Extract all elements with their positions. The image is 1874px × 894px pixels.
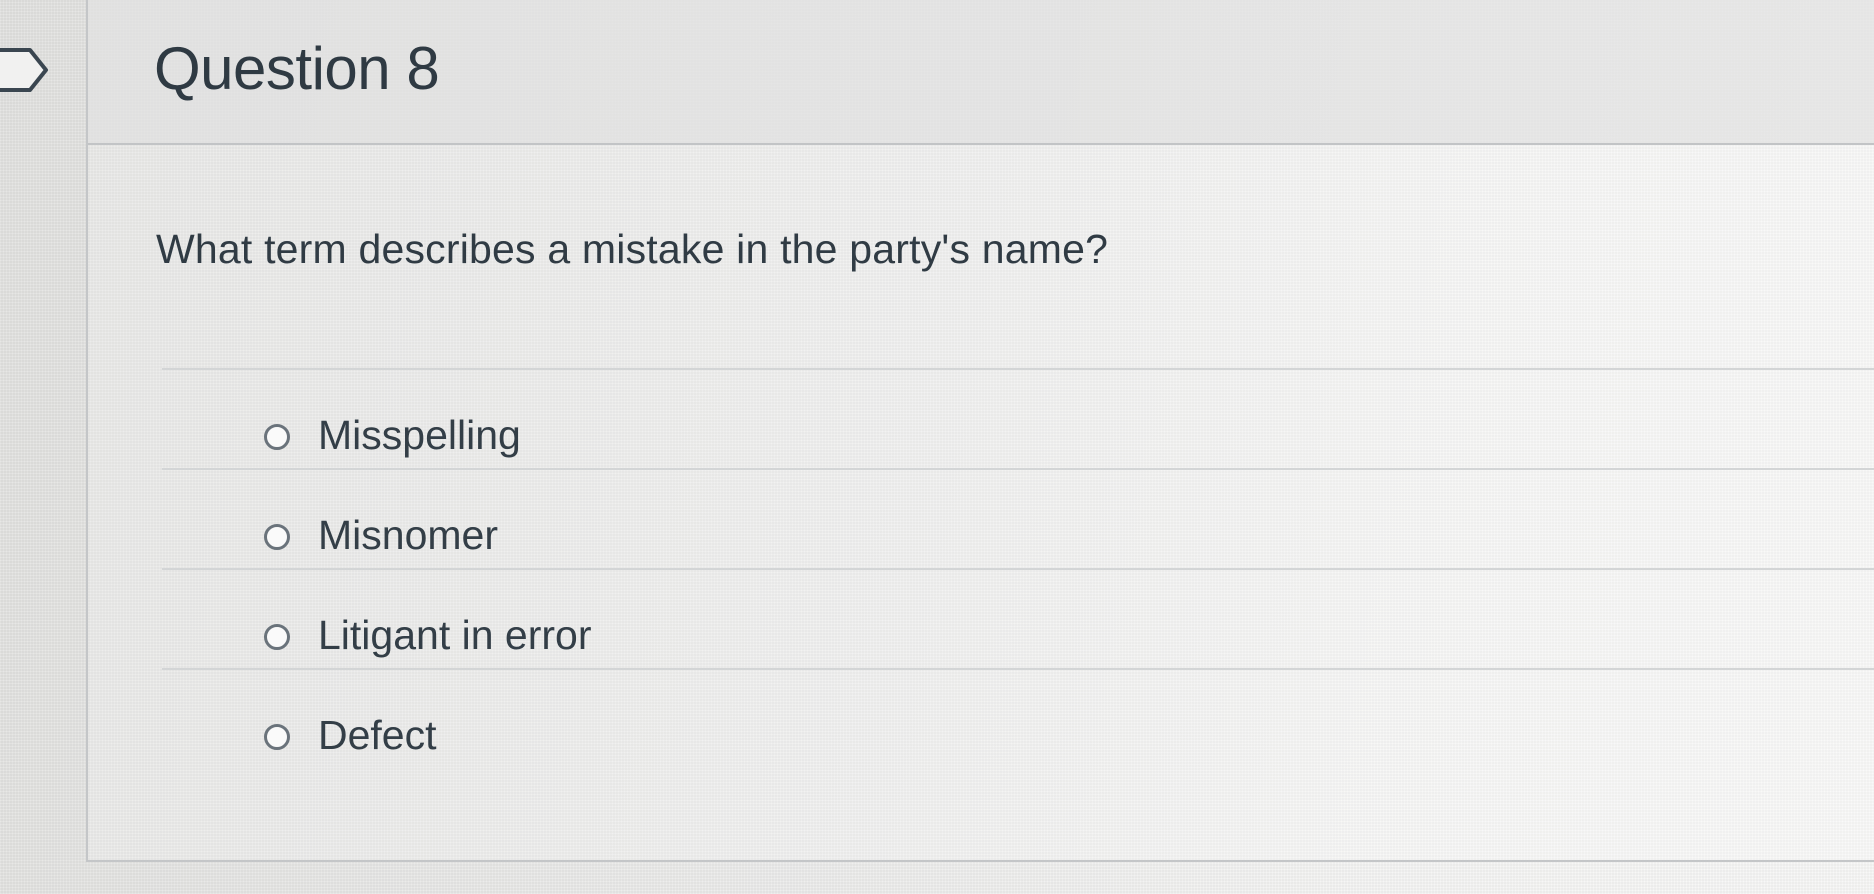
answer-option[interactable]: Misspelling: [162, 368, 1874, 470]
radio-unchecked-icon[interactable]: [264, 524, 290, 550]
answer-option[interactable]: Litigant in error: [162, 568, 1874, 670]
radio-unchecked-icon[interactable]: [264, 724, 290, 750]
answer-option[interactable]: Defect: [162, 668, 1874, 770]
answer-label[interactable]: Litigant in error: [318, 612, 591, 659]
page-background: Question 8 What term describes a mistake…: [0, 0, 1874, 894]
answer-label[interactable]: Defect: [318, 712, 437, 759]
question-header: Question 8: [88, 0, 1874, 145]
question-card: Question 8 What term describes a mistake…: [86, 0, 1874, 862]
radio-unchecked-icon[interactable]: [264, 424, 290, 450]
answer-option[interactable]: Misnomer: [162, 468, 1874, 570]
radio-unchecked-icon[interactable]: [264, 624, 290, 650]
answer-label[interactable]: Misnomer: [318, 512, 498, 559]
question-text: What term describes a mistake in the par…: [156, 226, 1109, 272]
question-title: Question 8: [154, 35, 440, 102]
answer-label[interactable]: Misspelling: [318, 412, 521, 459]
flag-question-icon[interactable]: [0, 46, 52, 94]
